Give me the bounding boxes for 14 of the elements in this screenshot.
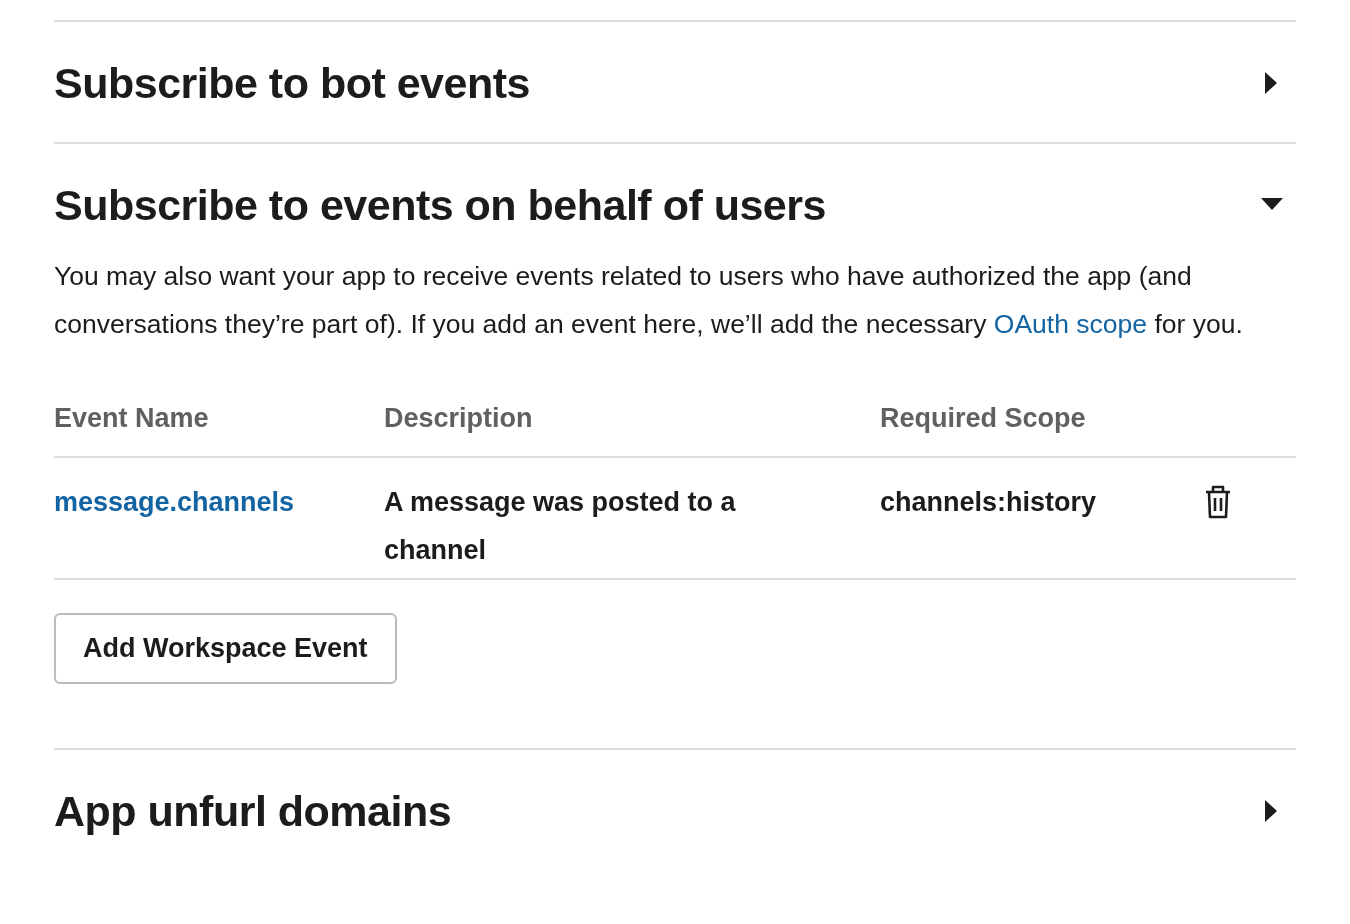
column-header: Event Name	[54, 402, 210, 435]
section-header[interactable]: App unfurl domains	[54, 750, 1296, 870]
section-title: Subscribe to bot events	[54, 58, 530, 109]
column-header: Description	[384, 402, 534, 435]
event-name-link[interactable]: message.channels	[54, 478, 384, 526]
required-scope: channels:history	[880, 486, 1098, 519]
add-event-button[interactable]: Add Workspace Event	[54, 613, 397, 684]
trash-icon[interactable]	[1203, 484, 1233, 520]
section-title: App unfurl domains	[54, 786, 452, 837]
column-header: Required Scope	[880, 402, 1087, 435]
section-header[interactable]: Subscribe to bot events	[54, 22, 1296, 142]
oauth-scope-link[interactable]: OAuth scope	[993, 309, 1148, 339]
event-description: A message was posted to a channel	[384, 486, 737, 567]
section-title: Subscribe to events on behalf of users	[54, 180, 826, 231]
